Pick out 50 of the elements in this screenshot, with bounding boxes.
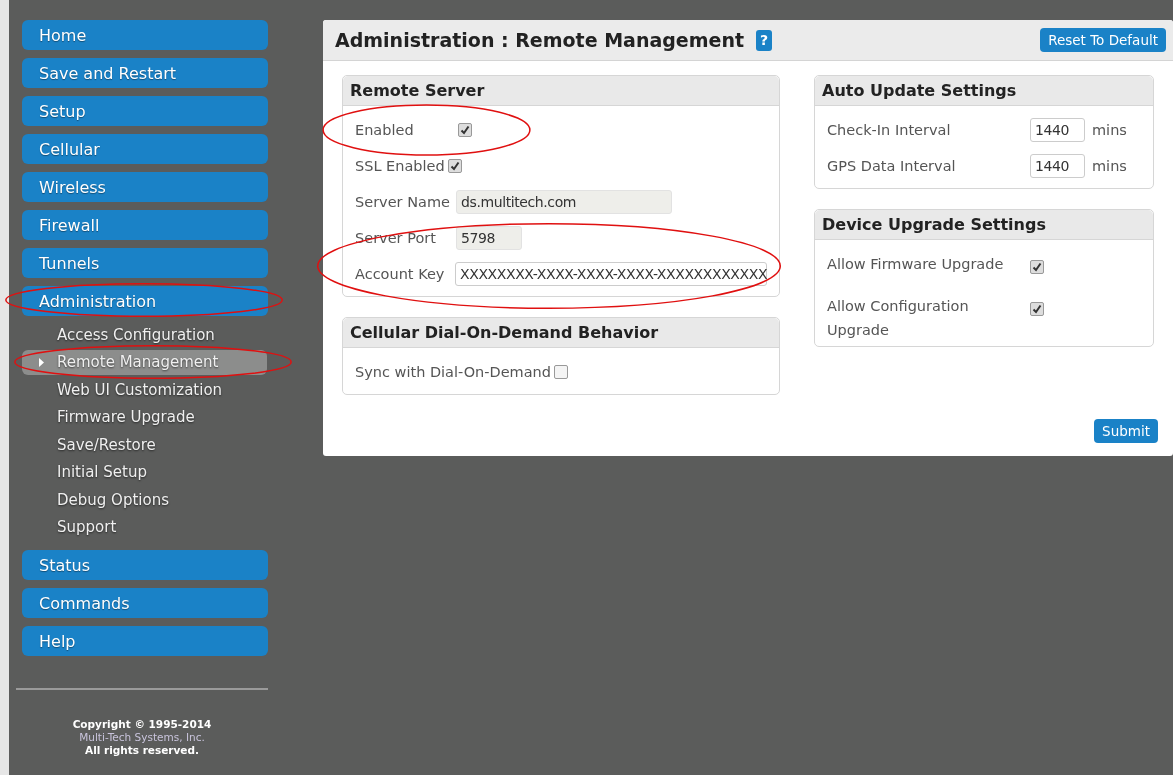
checkbox[interactable] xyxy=(554,365,568,379)
unit-label: mins xyxy=(1092,121,1127,140)
submenu-item[interactable]: Save/Restore xyxy=(22,432,267,458)
copyright-text: Multi-Tech Systems, Inc. xyxy=(79,731,205,744)
nav-item[interactable]: Cellular xyxy=(22,134,268,164)
field-label: Sync with Dial-On-Demand xyxy=(355,363,551,382)
field-label: SSL Enabled xyxy=(355,157,445,176)
submenu-item[interactable]: Access Configuration xyxy=(22,322,267,348)
help-button[interactable]: ? xyxy=(756,29,773,51)
field-label: Account Key xyxy=(355,265,446,284)
caret-icon xyxy=(39,357,44,367)
submenu-item[interactable]: Remote Management xyxy=(22,349,267,375)
checkbox[interactable] xyxy=(1030,302,1044,316)
nav-item[interactable]: Save and Restart xyxy=(22,58,268,88)
section-title: Auto Update Settings xyxy=(815,76,1153,106)
submenu-item[interactable]: Firmware Upgrade xyxy=(22,404,267,430)
section-title: Device Upgrade Settings xyxy=(815,210,1153,240)
copyright-text: Copyright © 1995-2014 xyxy=(72,718,212,731)
text-field[interactable]: 1440 xyxy=(1030,154,1085,178)
nav-item[interactable]: Firewall xyxy=(22,210,268,240)
unit-label: mins xyxy=(1092,157,1127,176)
nav-item[interactable]: Help xyxy=(22,626,268,656)
submenu-item[interactable]: Web UI Customization xyxy=(22,377,267,403)
submenu-item[interactable]: Support xyxy=(22,514,267,540)
nav-item[interactable]: Administration xyxy=(22,286,268,316)
checkbox[interactable] xyxy=(1030,260,1044,274)
section-title: Cellular Dial-On-Demand Behavior xyxy=(343,318,779,348)
field-label: GPS Data Interval xyxy=(827,157,957,176)
text-field[interactable]: 1440 xyxy=(1030,118,1085,142)
reset-button[interactable]: Reset To Default xyxy=(1040,28,1166,52)
field-label: Enabled xyxy=(355,121,415,140)
field-label: Check-In Interval xyxy=(827,121,952,140)
nav-item[interactable]: Commands xyxy=(22,588,268,618)
nav-item[interactable]: Setup xyxy=(22,96,268,126)
copyright-text: All rights reserved. xyxy=(85,744,199,757)
nav-item[interactable]: Home xyxy=(22,20,268,50)
nav-item[interactable]: Tunnels xyxy=(22,248,268,278)
submit-button[interactable]: Submit xyxy=(1094,419,1158,443)
checkbox[interactable] xyxy=(447,159,462,173)
field-label: Allow Firmware Upgrade xyxy=(827,255,1005,274)
checkbox[interactable] xyxy=(458,123,472,137)
nav-item[interactable]: Status xyxy=(22,550,268,580)
submenu-item[interactable]: Initial Setup xyxy=(22,459,267,485)
field-label: Allow Configuration Upgrade xyxy=(827,297,970,340)
section-title: Remote Server xyxy=(343,76,779,106)
nav-item[interactable]: Wireless xyxy=(22,172,268,202)
page-title: Administration : Remote Management xyxy=(335,29,745,51)
text-field[interactable]: XXXXXXXX-XXXX-XXXX-XXXX-XXXXXXXXXXXX xyxy=(455,262,767,286)
submenu-item[interactable]: Debug Options xyxy=(22,487,267,513)
field-label: Server Name xyxy=(355,193,451,212)
